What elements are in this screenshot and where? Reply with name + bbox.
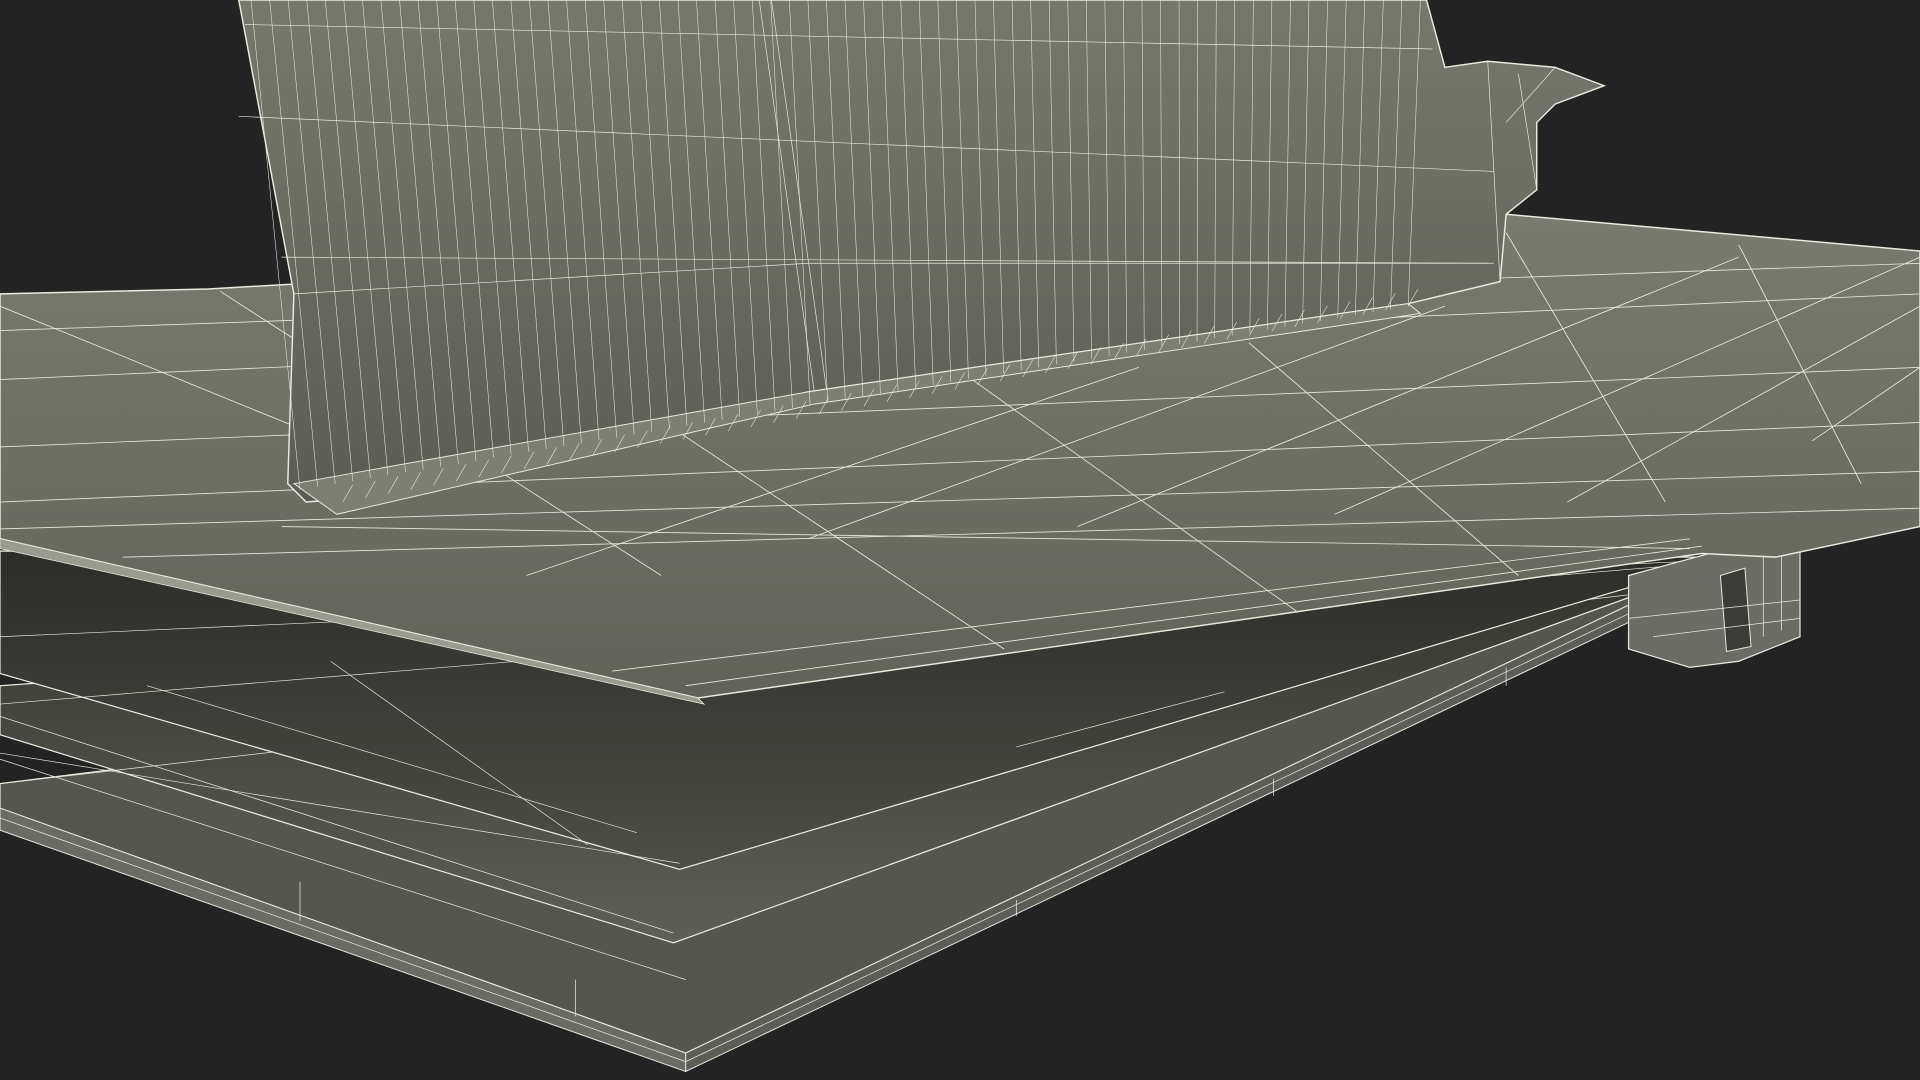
wireframe-render [0, 0, 1920, 1073]
render-viewport [0, 0, 1920, 1080]
